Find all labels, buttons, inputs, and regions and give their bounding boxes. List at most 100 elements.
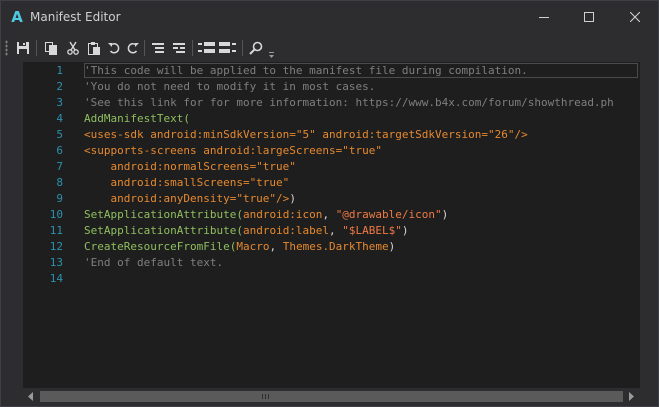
horizontal-scroll-thumb[interactable]	[40, 391, 623, 402]
line-text: <uses-sdk android:minSdkVersion="5" andr…	[84, 127, 528, 143]
line-number: 2	[56, 80, 63, 93]
code-token: android:anyDensity="true"/>	[84, 192, 290, 205]
line-number: 4	[56, 112, 63, 125]
code-token: "$LABEL$"	[342, 224, 402, 237]
toolbar-separator	[36, 40, 37, 56]
find-icon	[249, 41, 263, 55]
indent-button[interactable]	[197, 39, 217, 57]
line-text: 'You do not need to modify it in most ca…	[84, 79, 375, 95]
toolbar	[1, 35, 658, 61]
app-logo-icon: A	[11, 8, 23, 26]
code-token: "@drawable/icon"	[335, 208, 442, 221]
toolbar-grip[interactable]	[5, 40, 8, 56]
redo-icon	[127, 43, 139, 54]
code-line[interactable]: 5 <uses-sdk android:minSdkVersion="5" and…	[23, 127, 640, 143]
uncomment-block-button[interactable]	[170, 39, 188, 57]
scroll-grip	[262, 394, 271, 399]
code-token: )	[388, 240, 396, 253]
code-line[interactable]: 13 'End of default text.	[23, 255, 640, 271]
line-number: 3	[56, 96, 63, 109]
code-line[interactable]: 4 AddManifestText(	[23, 111, 640, 127]
line-number: 7	[56, 160, 63, 173]
line-number: 14	[49, 272, 63, 285]
line-text: <supports-screens android:largeScreens="…	[84, 143, 382, 159]
code-line[interactable]: 7 android:normalScreens="true"	[23, 159, 640, 175]
redo-button[interactable]	[124, 39, 142, 57]
undo-button[interactable]	[105, 39, 123, 57]
code-line[interactable]: 12 CreateResourceFromFile(Macro, Themes.D…	[23, 239, 640, 255]
minimize-icon	[539, 17, 549, 18]
code-token: )	[401, 224, 409, 237]
copy-button[interactable]	[42, 39, 60, 57]
scroll-right-icon[interactable]	[628, 392, 634, 401]
code-token: Macro	[236, 240, 270, 253]
code-token: 'See this link for for more information:…	[84, 96, 614, 109]
comment-block-icon	[152, 43, 164, 53]
line-number: 8	[56, 176, 63, 189]
code-line[interactable]: 9 android:anyDensity="true"/>)	[23, 191, 640, 207]
code-line[interactable]: 14	[23, 271, 640, 287]
comment-block-button[interactable]	[149, 39, 167, 57]
code-line[interactable]: 2 'You do not need to modify it in most c…	[23, 79, 640, 95]
toolbar-overflow-button[interactable]	[268, 45, 276, 58]
code-token: android:label	[242, 224, 330, 237]
line-text: 'End of default text.	[84, 255, 223, 271]
toolbar-separator	[242, 40, 243, 56]
code-line[interactable]: 3 'See this link for for more information…	[23, 95, 640, 111]
save-button[interactable]	[14, 39, 32, 57]
line-text: SetApplicationAttribute(android:icon, "@…	[84, 207, 448, 223]
uncomment-block-icon	[173, 43, 185, 53]
code-line[interactable]: 6 <supports-screens android:largeScreens=…	[23, 143, 640, 159]
undo-icon	[108, 43, 120, 54]
paste-button[interactable]	[85, 39, 103, 57]
horizontal-scrollbar[interactable]	[23, 388, 640, 406]
outdent-button[interactable]	[218, 39, 238, 57]
code-token: 'This code will be applied to the manife…	[84, 64, 528, 77]
code-token: android:icon	[242, 208, 323, 221]
find-button[interactable]	[247, 39, 265, 57]
close-button[interactable]	[612, 1, 658, 33]
code-line[interactable]: 8 android:smallScreens="true"	[23, 175, 640, 191]
code-line[interactable]: 11 SetApplicationAttribute(android:label,…	[23, 223, 640, 239]
vertical-scrollbar[interactable]	[640, 62, 658, 388]
code-line[interactable]: 10 SetApplicationAttribute(android:icon, …	[23, 207, 640, 223]
cut-button[interactable]	[64, 39, 82, 57]
toolbar-separator	[144, 40, 145, 56]
save-icon	[17, 42, 29, 54]
line-number: 1	[56, 64, 63, 77]
line-number: 11	[49, 224, 63, 237]
line-text: SetApplicationAttribute(android:label, "…	[84, 223, 409, 239]
line-number: 12	[49, 240, 63, 253]
maximize-button[interactable]	[566, 1, 612, 33]
code-line[interactable]: 1 'This code will be applied to the manif…	[23, 63, 640, 79]
line-text: 'See this link for for more information:…	[84, 95, 614, 111]
line-text: android:anyDensity="true"/>)	[84, 191, 295, 207]
code-token: )	[441, 208, 449, 221]
line-text: AddManifestText(	[84, 111, 190, 127]
code-token: android:smallScreens="true"	[84, 176, 290, 189]
line-number: 6	[56, 144, 63, 157]
line-number: 10	[49, 208, 63, 221]
paste-icon	[88, 42, 100, 55]
line-text: 'This code will be applied to the manife…	[84, 63, 528, 79]
code-token: <uses-sdk android:minSdkVersion="5" andr…	[84, 128, 528, 141]
code-token: ,	[322, 208, 336, 221]
title-bar[interactable]: A Manifest Editor	[1, 1, 658, 33]
code-token: android:normalScreens="true"	[84, 160, 296, 173]
indent-icon	[198, 42, 215, 53]
line-text: android:smallScreens="true"	[84, 175, 289, 191]
minimize-button-area[interactable]	[521, 1, 567, 33]
more-options-icon	[269, 52, 274, 58]
code-token: AddManifestText(	[84, 112, 190, 125]
code-token: <supports-screens android:largeScreens="…	[84, 144, 383, 157]
code-token: SetApplicationAttribute(	[84, 224, 243, 237]
line-text: CreateResourceFromFile(Macro, Themes.Dar…	[84, 239, 395, 255]
cut-icon	[67, 41, 79, 55]
line-number: 5	[56, 128, 63, 141]
manifest-editor-window: A Manifest Editor 1 'This code will be a…	[0, 0, 659, 407]
toolbar-separator	[192, 40, 193, 56]
scroll-left-icon[interactable]	[28, 392, 34, 401]
code-token: ,	[269, 240, 283, 253]
code-token: 'End of default text.	[84, 256, 224, 269]
code-token: ,	[329, 224, 343, 237]
